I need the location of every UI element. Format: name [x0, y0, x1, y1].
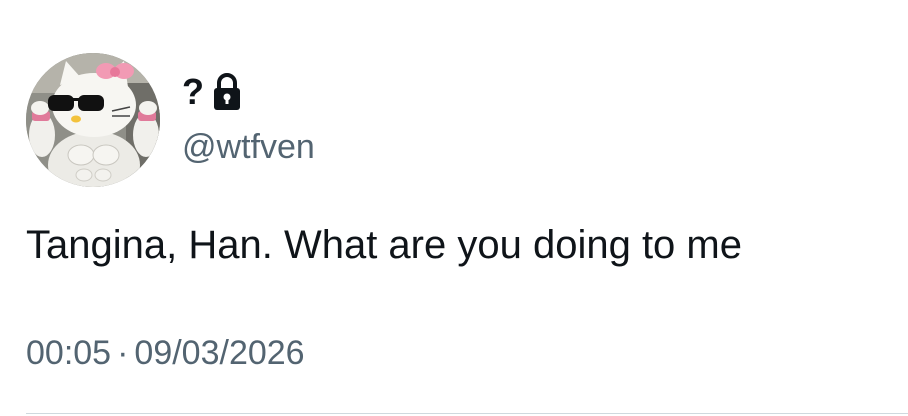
- divider: [26, 413, 908, 414]
- tweet-meta: 00:05 · 09/03/2026: [26, 331, 305, 375]
- tweet-time[interactable]: 00:05: [26, 334, 111, 372]
- author-handle[interactable]: @wtfven: [182, 125, 315, 169]
- author-name-row[interactable]: ?: [182, 70, 242, 114]
- meta-separator: ·: [117, 334, 129, 372]
- avatar[interactable]: [26, 53, 160, 187]
- tweet-text: Tangina, Han. What are you doing to me: [26, 223, 742, 267]
- display-name[interactable]: ?: [182, 70, 204, 114]
- tweet: ? @wtfven Tangina, Han. What are you doi…: [0, 0, 908, 416]
- hello-kitty-avatar-icon: [26, 53, 160, 187]
- tweet-date[interactable]: 09/03/2026: [134, 334, 304, 372]
- lock-icon: [212, 72, 242, 112]
